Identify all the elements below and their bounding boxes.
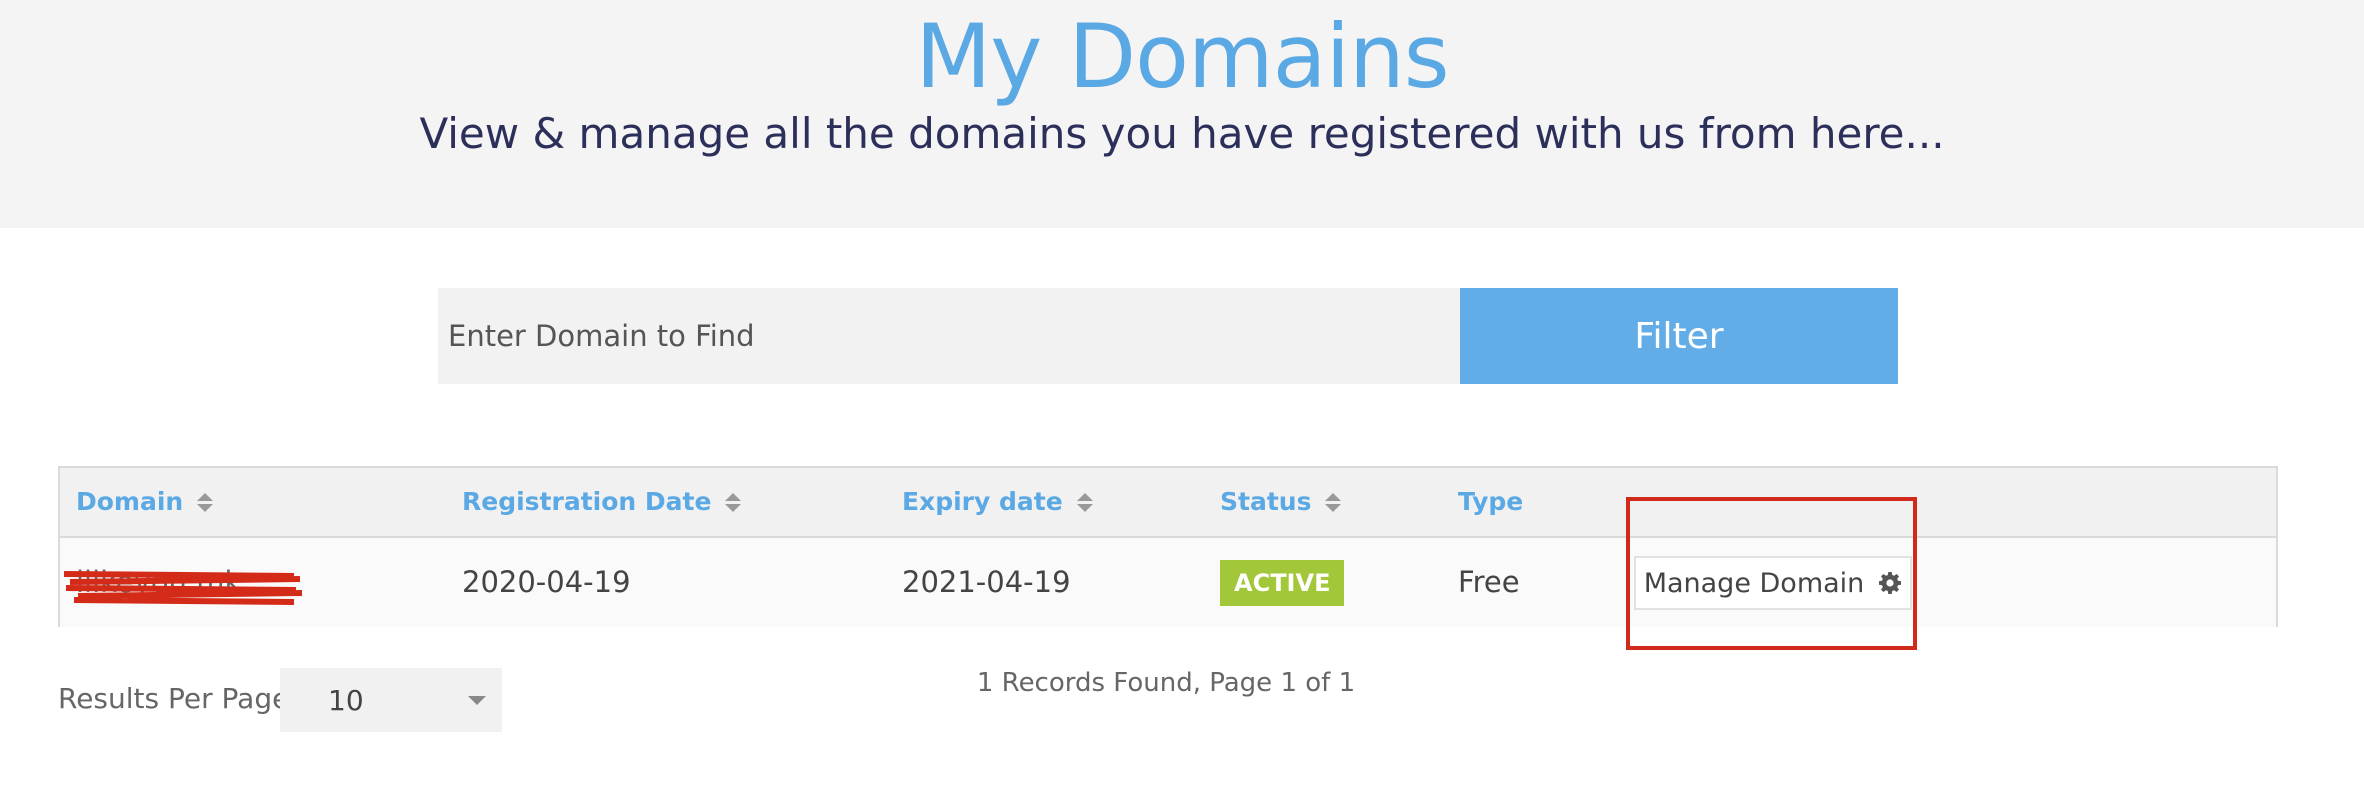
filter-button[interactable]: Filter [1460,288,1898,384]
table-header: Domain Registration Date Expiry date Sta… [60,468,2276,538]
sort-icon [1325,492,1342,512]
expiry-date: 2021-04-19 [902,565,1071,599]
page-title: My Domains [915,5,1449,108]
column-header-registration-date[interactable]: Registration Date [462,468,742,536]
column-header-type: Type [1458,487,1524,516]
domain-name[interactable]: ilikeyou.mk [64,538,303,627]
sort-icon [1076,492,1093,512]
status-badge: ACTIVE [1220,560,1345,606]
domain-filter: Filter [438,288,1898,384]
sort-icon [197,492,214,512]
results-per-page-select[interactable]: 10 [280,668,502,732]
sort-icon [725,492,742,512]
caret-down-icon [468,696,486,705]
column-header-expiry-date[interactable]: Expiry date [902,468,1093,536]
page-subtitle: View & manage all the domains you have r… [419,109,1945,158]
annotation-highlight [1626,497,1917,650]
results-per-page-label: Results Per Page: [58,682,299,715]
redaction-scribble [64,571,303,605]
results-per-page-value: 10 [328,683,364,717]
column-header-domain[interactable]: Domain [76,468,214,536]
table-row: ilikeyou.mk 2020-04-19 2021-04-19 ACTIVE… [60,538,2276,627]
column-header-status[interactable]: Status [1220,468,1342,536]
registration-date: 2020-04-19 [462,565,631,599]
domains-table: Domain Registration Date Expiry date Sta… [58,466,2278,627]
domain-type: Free [1458,565,1520,599]
page-header: My Domains View & manage all the domains… [0,0,2364,228]
domain-search-input[interactable] [438,288,1460,384]
